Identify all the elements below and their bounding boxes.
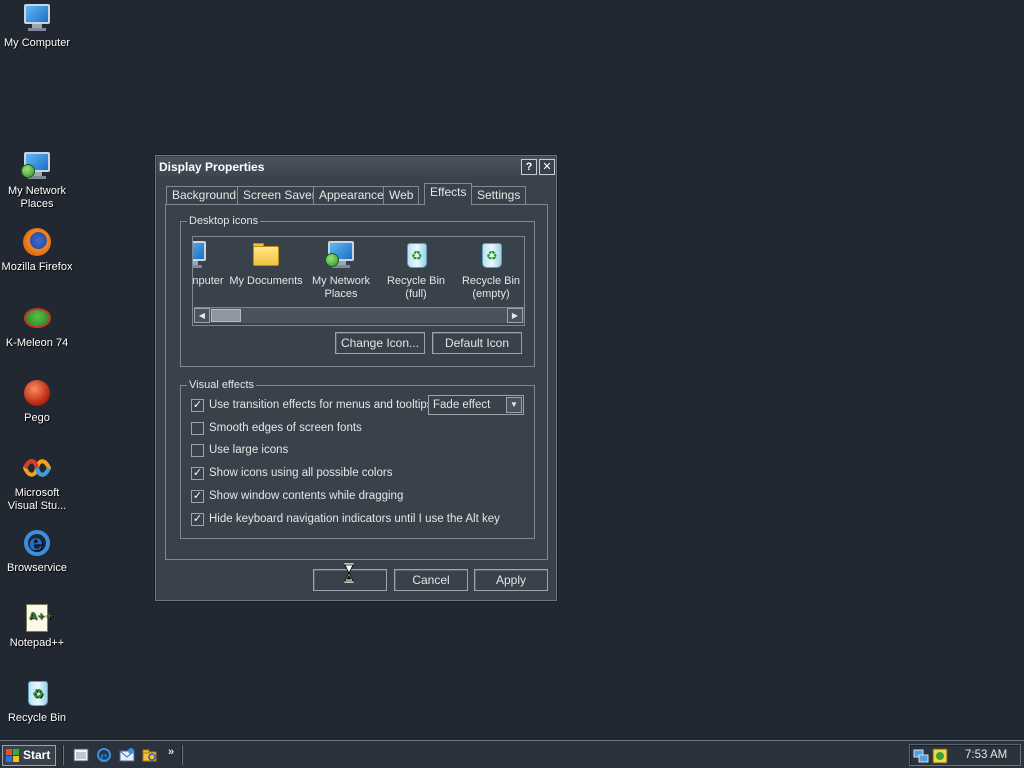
option-label: Use large icons xyxy=(209,444,289,456)
network-places-icon xyxy=(325,239,357,271)
desktop-icon-option-my-computer[interactable]: nputer xyxy=(192,239,230,288)
desktop-icon-option-label: Recycle Bin (full) xyxy=(386,275,446,300)
option-label: Use transition effects for menus and too… xyxy=(209,399,433,411)
desktop-icon-recycle-bin[interactable]: ♻ Recycle Bin xyxy=(0,677,74,725)
checkbox-large-icons[interactable] xyxy=(191,444,204,457)
desktop-icon-label: My Computer xyxy=(3,37,71,49)
option-label: Show icons using all possible colors xyxy=(209,467,393,479)
desktop-icons-legend: Desktop icons xyxy=(187,215,261,227)
desktop-icon-option-recycle-bin-full[interactable]: ♻ Recycle Bin (full) xyxy=(379,239,453,301)
tab-effects[interactable]: Effects xyxy=(424,183,473,205)
checkbox-transition-effects[interactable]: ✓ xyxy=(191,399,204,412)
transition-effect-value: Fade effect xyxy=(433,399,491,411)
desktop-icon-label: Microsoft Visual Stu... xyxy=(7,487,67,512)
clock: 7:53 AM xyxy=(965,749,1008,761)
system-tray: 7:53 AM xyxy=(909,744,1021,766)
recycle-bin-icon: ♻ xyxy=(21,677,53,709)
scrollbar-thumb[interactable] xyxy=(211,309,241,322)
tab-web[interactable]: Web xyxy=(383,186,420,204)
my-computer-icon xyxy=(21,2,53,34)
desktop-icon-label: Mozilla Firefox xyxy=(1,261,73,273)
my-documents-icon xyxy=(250,239,282,271)
chevron-down-icon[interactable]: ▼ xyxy=(506,397,522,413)
option-label: Smooth edges of screen fonts xyxy=(209,422,362,434)
desktop-icon-my-computer[interactable]: My Computer xyxy=(0,2,74,50)
horizontal-scrollbar[interactable]: ◀ ▶ xyxy=(194,307,524,323)
desktop-icon-label: Pego xyxy=(24,412,50,424)
desktop-icon-option-label: My Documents xyxy=(229,275,303,287)
desktop-icon-firefox[interactable]: Mozilla Firefox xyxy=(0,226,74,274)
desktop-icon-label: Browservice xyxy=(7,562,67,574)
desktop-icon-option-label: Recycle Bin (empty) xyxy=(461,275,521,300)
checkbox-window-contents-dragging[interactable]: ✓ xyxy=(191,490,204,503)
visual-effects-legend: Visual effects xyxy=(187,379,257,391)
desktop-icon-option-my-documents[interactable]: My Documents xyxy=(229,239,303,288)
notepad-plus-plus-icon: A++ xyxy=(21,602,54,634)
scroll-right-icon[interactable]: ▶ xyxy=(507,308,523,323)
visual-studio-icon xyxy=(21,452,53,484)
outlook-express-icon[interactable] xyxy=(119,747,135,763)
network-tray-icon[interactable] xyxy=(913,748,929,764)
desktop-icon-label: My Network Places xyxy=(7,185,67,210)
start-label: Start xyxy=(23,748,51,762)
internet-explorer-icon[interactable]: e xyxy=(96,747,112,763)
scroll-left-icon[interactable]: ◀ xyxy=(194,308,210,323)
show-desktop-icon[interactable] xyxy=(73,747,89,763)
visual-effects-group: Visual effects ✓ Use transition effects … xyxy=(180,379,535,539)
hourglass-cursor-icon xyxy=(344,563,354,583)
desktop-icon-option-label: My Network Places xyxy=(311,275,371,300)
desktop-icon-option-label: nputer xyxy=(192,275,224,287)
help-button[interactable]: ? xyxy=(521,159,537,175)
app-tray-icon[interactable] xyxy=(932,748,948,764)
tab-background[interactable]: Background xyxy=(166,186,243,204)
explorer-icon[interactable] xyxy=(142,747,158,763)
option-label: Hide keyboard navigation indicators unti… xyxy=(209,513,500,525)
desktop-icon-network-places[interactable]: My Network Places xyxy=(0,150,74,211)
close-button[interactable]: ✕ xyxy=(539,159,555,175)
network-places-icon xyxy=(21,150,53,182)
k-meleon-icon xyxy=(21,302,53,334)
desktop-icon-visual-studio[interactable]: Microsoft Visual Stu... xyxy=(0,452,74,513)
checkbox-all-colors[interactable]: ✓ xyxy=(191,467,204,480)
checkbox-smooth-fonts[interactable] xyxy=(191,422,204,435)
option-label: Show window contents while dragging xyxy=(209,490,404,502)
recycle-bin-full-icon: ♻ xyxy=(400,239,432,271)
firefox-icon xyxy=(21,226,53,258)
change-icon-button[interactable]: Change Icon... xyxy=(335,332,425,354)
apply-button[interactable]: Apply xyxy=(474,569,548,591)
dialog-titlebar[interactable]: Display Properties ? ✕ xyxy=(157,157,555,177)
cancel-button[interactable]: Cancel xyxy=(394,569,468,591)
tab-settings[interactable]: Settings xyxy=(471,186,527,204)
recycle-bin-empty-icon: ♻ xyxy=(475,239,507,271)
desktop-icon-label: K-Meleon 74 xyxy=(5,337,69,349)
desktop-icons-list[interactable]: nputer My Documents My Network Places ♻ … xyxy=(192,236,525,326)
desktop-icon-browservice[interactable]: e Browservice xyxy=(0,527,74,575)
tab-screen-saver[interactable]: Screen Saver xyxy=(237,186,322,204)
transition-effect-select[interactable]: Fade effect ▼ xyxy=(428,395,524,415)
pego-icon xyxy=(21,377,53,409)
display-properties-dialog: Display Properties ? ✕ Background Screen… xyxy=(155,155,557,601)
desktop-icon-label: Notepad++ xyxy=(9,637,65,649)
desktop-icon-label: Recycle Bin xyxy=(7,712,67,724)
taskbar-separator xyxy=(181,745,183,765)
my-computer-icon xyxy=(193,239,209,271)
dialog-title: Display Properties xyxy=(159,160,265,174)
tab-appearance[interactable]: Appearance xyxy=(313,186,390,204)
effects-tab-panel: Desktop icons nputer My Documents My Net… xyxy=(165,204,548,560)
start-button[interactable]: Start xyxy=(2,745,56,766)
default-icon-button[interactable]: Default Icon xyxy=(432,332,522,354)
desktop-icon-k-meleon[interactable]: K-Meleon 74 xyxy=(0,302,74,350)
quick-launch-more-button[interactable]: » xyxy=(168,746,174,758)
desktop-icon-notepad-plus-plus[interactable]: A++ Notepad++ xyxy=(0,602,74,650)
checkbox-hide-keyboard-indicators[interactable]: ✓ xyxy=(191,513,204,526)
desktop-icon-option-recycle-bin-empty[interactable]: ♻ Recycle Bin (empty) xyxy=(454,239,524,301)
desktop-icon-option-network-places[interactable]: My Network Places xyxy=(304,239,378,301)
taskbar: Start e » 7:53 AM xyxy=(0,740,1024,768)
taskbar-separator xyxy=(62,745,64,765)
svg-text:e: e xyxy=(100,749,108,763)
internet-explorer-icon: e xyxy=(21,527,53,559)
desktop-icon-pego[interactable]: Pego xyxy=(0,377,74,425)
windows-logo-icon xyxy=(6,749,19,762)
desktop-icons-group: Desktop icons nputer My Documents My Net… xyxy=(180,215,535,367)
